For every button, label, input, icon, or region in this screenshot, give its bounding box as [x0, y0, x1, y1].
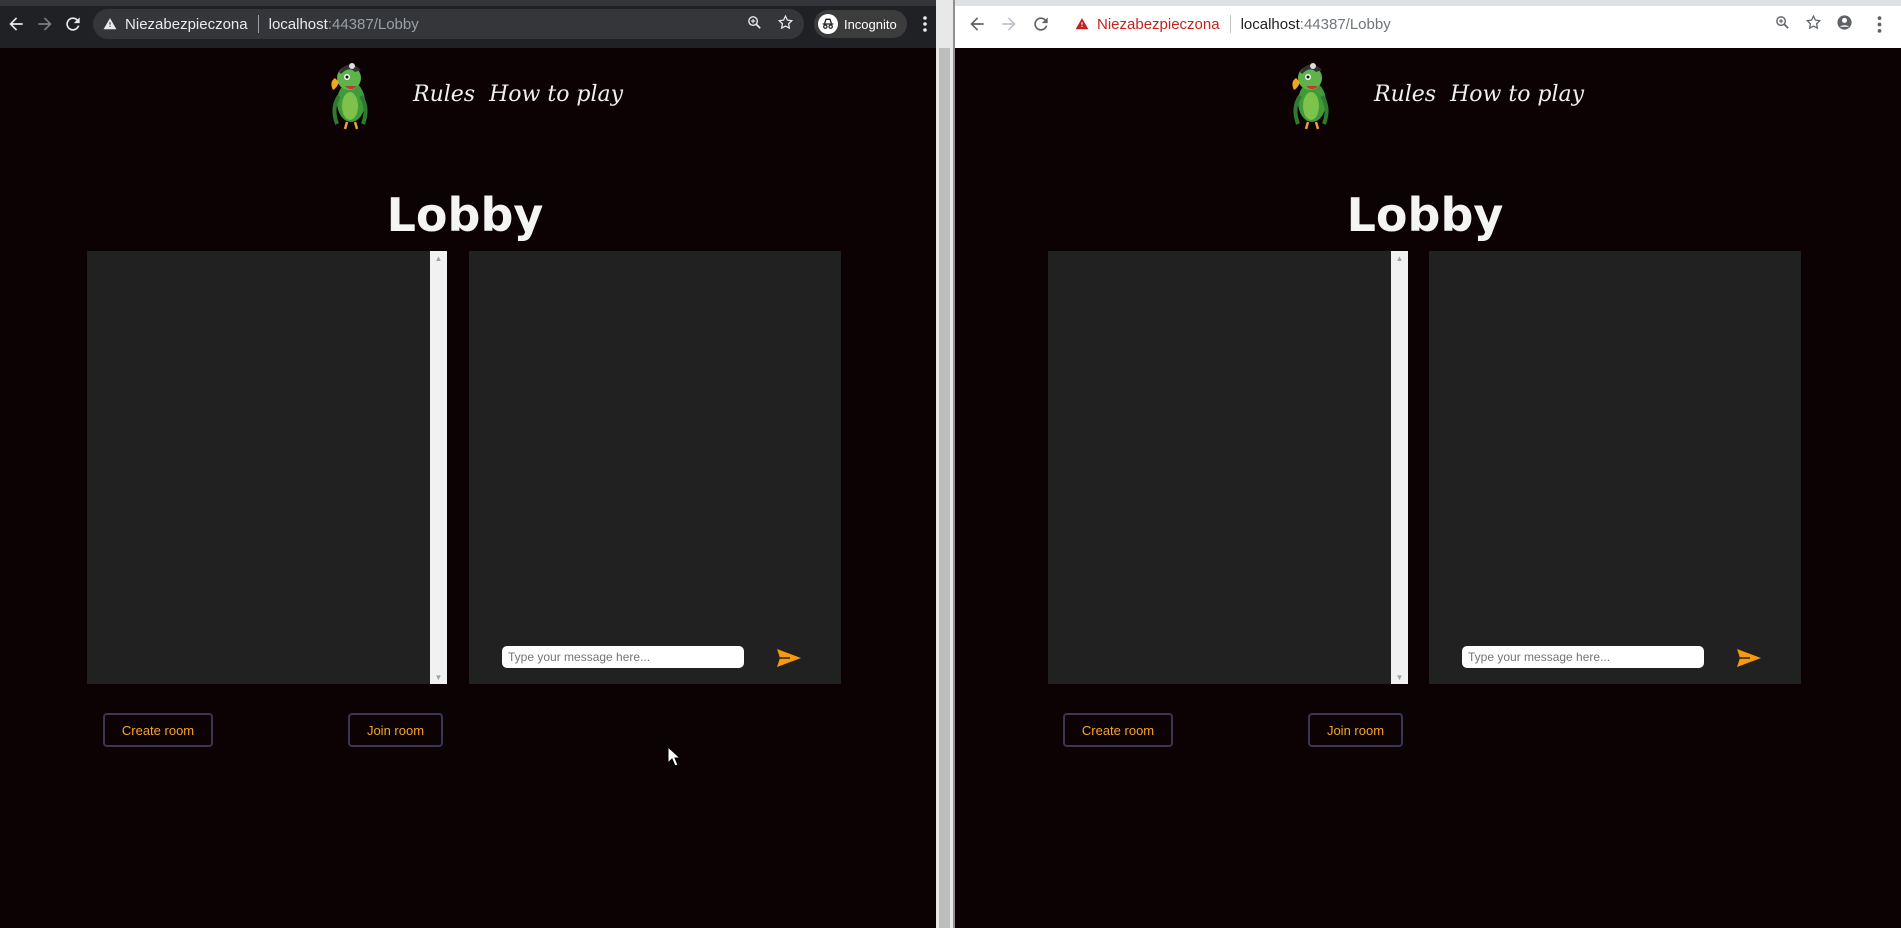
address-separator [257, 15, 259, 33]
back-arrow-icon[interactable] [2, 8, 30, 40]
create-room-button[interactable]: Create room [1063, 713, 1173, 747]
back-arrow-icon[interactable] [961, 8, 993, 40]
warning-icon[interactable] [103, 17, 117, 31]
join-room-button[interactable]: Join room [348, 713, 443, 747]
page-title: Lobby [386, 188, 544, 242]
window-divider-scrollbar[interactable] [936, 0, 955, 928]
rooms-list[interactable]: ▲ ▼ [87, 251, 447, 684]
star-icon[interactable] [1805, 14, 1822, 35]
scroll-down-icon[interactable]: ▼ [430, 670, 447, 684]
send-icon[interactable] [1735, 647, 1763, 669]
parrot-logo[interactable] [1286, 58, 1336, 130]
parrot-logo[interactable] [325, 58, 375, 130]
chat-panel [469, 251, 841, 684]
send-icon[interactable] [775, 647, 803, 669]
site-header: Rules How to play [1286, 58, 1584, 130]
url-host[interactable]: localhost [269, 16, 328, 33]
forward-arrow-icon[interactable] [30, 8, 58, 40]
menu-dots-icon[interactable] [1867, 15, 1891, 33]
chat-message-input[interactable] [502, 646, 744, 668]
tab-strip [0, 0, 936, 6]
security-label[interactable]: Niezabezpieczona [1097, 16, 1220, 33]
nav-link-how-to-play[interactable]: How to play [489, 82, 623, 107]
security-label[interactable]: Niezabezpieczona [125, 16, 248, 33]
join-room-button[interactable]: Join room [1308, 713, 1403, 747]
zoom-icon[interactable] [746, 14, 763, 35]
page-scrollbar-thumb[interactable] [939, 48, 950, 928]
rooms-scrollbar[interactable]: ▲ ▼ [430, 251, 447, 684]
warning-icon[interactable] [1075, 17, 1089, 31]
web-page: Rules How to play Lobby ▲ ▼ Create room … [0, 48, 936, 928]
browser-toolbar: Niezabezpieczona localhost:44387/Lobby I… [0, 0, 936, 48]
address-bar[interactable]: Niezabezpieczona localhost:44387/Lobby [93, 9, 804, 39]
tab-strip [955, 0, 1901, 6]
incognito-label: Incognito [843, 16, 897, 32]
url-path[interactable]: :44387/Lobby [1300, 16, 1391, 33]
zoom-icon[interactable] [1774, 14, 1791, 35]
chat-panel [1429, 251, 1801, 684]
rooms-list[interactable]: ▲ ▼ [1048, 251, 1408, 684]
scroll-up-icon[interactable]: ▲ [1391, 251, 1408, 265]
address-separator [1229, 15, 1231, 33]
nav-link-rules[interactable]: Rules [413, 82, 475, 107]
reload-icon[interactable] [59, 8, 87, 40]
nav-link-how-to-play[interactable]: How to play [1450, 82, 1584, 107]
nav-link-rules[interactable]: Rules [1374, 82, 1436, 107]
star-icon[interactable] [777, 14, 794, 35]
rooms-scrollbar[interactable]: ▲ ▼ [1391, 251, 1408, 684]
url-host[interactable]: localhost [1241, 16, 1300, 33]
address-bar[interactable]: Niezabezpieczona localhost:44387/Lobby [1065, 9, 1901, 39]
browser-toolbar: Niezabezpieczona localhost:44387/Lobby [955, 0, 1901, 49]
create-room-button[interactable]: Create room [103, 713, 213, 747]
page-title: Lobby [1346, 188, 1504, 242]
browser-window-normal: Niezabezpieczona localhost:44387/Lobby [955, 0, 1901, 928]
forward-arrow-icon[interactable] [993, 8, 1025, 40]
scroll-down-icon[interactable]: ▼ [1391, 670, 1408, 684]
menu-dots-icon[interactable] [915, 16, 936, 32]
web-page: Rules How to play Lobby ▲ ▼ Create room … [955, 48, 1901, 928]
site-header: Rules How to play [325, 58, 623, 130]
chat-message-input[interactable] [1462, 646, 1704, 668]
browser-window-incognito: Niezabezpieczona localhost:44387/Lobby I… [0, 0, 936, 928]
scroll-up-icon[interactable]: ▲ [430, 251, 447, 265]
incognito-icon [817, 14, 838, 34]
account-icon[interactable] [1836, 14, 1853, 35]
reload-icon[interactable] [1025, 8, 1057, 40]
incognito-profile-button[interactable]: Incognito [813, 10, 907, 38]
url-path[interactable]: :44387/Lobby [328, 16, 419, 33]
mouse-cursor-icon [667, 746, 681, 767]
